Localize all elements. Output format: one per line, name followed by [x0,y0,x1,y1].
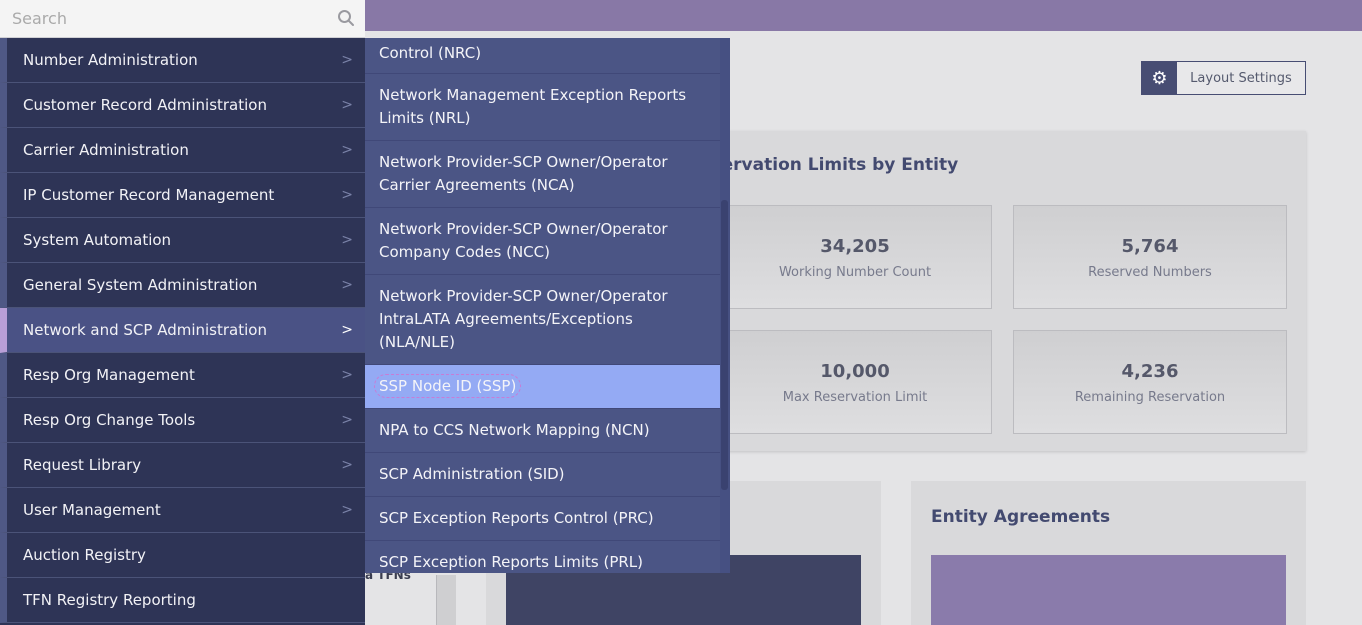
submenu-item-label: NPA to CCS Network Mapping (NCN) [379,421,650,439]
stat-card-max-reservation-limit: 10,000 Max Reservation Limit [718,330,992,434]
entity-agreements-chart-area [931,555,1286,625]
submenu-scrollbar-thumb[interactable] [721,200,728,490]
menu-item-label: Request Library [23,456,142,474]
chevron-right-icon: > [341,502,353,518]
menu-search-bar [0,0,365,38]
menu-item-carrier-administration[interactable]: Carrier Administration > [0,128,365,173]
chevron-right-icon: > [341,232,353,248]
menu-item-label: Number Administration [23,51,198,69]
menu-item-label: IP Customer Record Management [23,186,275,204]
submenu-item-label: SSP Node ID (SSP) [374,374,522,398]
menu-item-label: General System Administration [23,276,258,294]
stat-value: 4,236 [1121,361,1179,382]
menu-item-auction-registry[interactable]: Auction Registry [0,533,365,578]
chevron-right-icon: > [341,52,353,68]
menu-item-label: Resp Org Change Tools [23,411,196,429]
chevron-right-icon: > [341,142,353,158]
panel-scrollbar[interactable] [436,575,456,625]
chevron-right-icon: > [341,97,353,113]
chevron-right-icon: > [341,322,353,338]
menu-item-resp-org-change-tools[interactable]: Resp Org Change Tools > [0,398,365,443]
submenu-item-nca[interactable]: Network Provider-SCP Owner/Operator Carr… [365,141,722,208]
stat-label: Reserved Numbers [1088,265,1212,280]
menu-item-resp-org-management[interactable]: Resp Org Management > [0,353,365,398]
submenu-item-label: Network Provider-SCP Owner/Operator Comp… [379,220,668,261]
stat-value: 34,205 [820,236,890,257]
layout-settings-label: Layout Settings [1190,70,1292,86]
menu-item-system-automation[interactable]: System Automation > [0,218,365,263]
entity-agreements-panel: Entity Agreements [911,481,1306,625]
menu-item-general-system-administration[interactable]: General System Administration > [0,263,365,308]
stat-value: 10,000 [820,361,890,382]
menu-item-tfn-registry-reporting[interactable]: TFN Registry Reporting [0,578,365,623]
submenu-item-prc[interactable]: SCP Exception Reports Control (PRC) [365,497,722,541]
menu-item-label: Network and SCP Administration [23,321,267,339]
submenu-item-label: Network Management Exception Reports Lim… [379,86,687,127]
submenu-item-label: SCP Exception Reports Control (PRC) [379,509,654,527]
menu-item-user-management[interactable]: User Management > [0,488,365,533]
chevron-right-icon: > [341,187,353,203]
menu-item-request-library[interactable]: Request Library > [0,443,365,488]
menu-item-customer-record-administration[interactable]: Customer Record Administration > [0,83,365,128]
menu-item-label: Carrier Administration [23,141,189,159]
menu-item-network-and-scp-administration[interactable]: Network and SCP Administration > [0,308,365,353]
entity-agreements-title: Entity Agreements [931,507,1111,527]
submenu-item-nrc[interactable]: Control (NRC) [365,38,722,74]
main-menu: Number Administration > Customer Record A… [0,38,365,625]
menu-item-label: Resp Org Management [23,366,195,384]
submenu-item-label: Network Provider-SCP Owner/Operator Carr… [379,153,668,194]
network-scp-submenu: Control (NRC) Network Management Excepti… [365,38,730,573]
submenu-item-sid[interactable]: SCP Administration (SID) [365,453,722,497]
stat-card-working-number-count: 34,205 Working Number Count [718,205,992,309]
submenu-item-label: Network Provider-SCP Owner/Operator Intr… [379,287,668,351]
chevron-right-icon: > [341,412,353,428]
search-input[interactable] [0,9,320,28]
menu-item-ip-customer-record-management[interactable]: IP Customer Record Management > [0,173,365,218]
search-icon[interactable] [337,9,355,27]
submenu-item-label: SCP Exception Reports Limits (PRL) [379,553,644,571]
menu-item-label: System Automation [23,231,172,249]
submenu-item-prl[interactable]: SCP Exception Reports Limits (PRL) [365,541,722,573]
stat-label: Working Number Count [778,265,932,280]
gear-icon: ⚙ [1142,62,1177,94]
stat-label: Remaining Reservation [1074,390,1226,405]
submenu-item-ncn[interactable]: NPA to CCS Network Mapping (NCN) [365,409,722,453]
stat-card-reserved-numbers: 5,764 Reserved Numbers [1013,205,1287,309]
submenu-item-label: Control (NRC) [379,44,482,62]
chevron-right-icon: > [341,277,353,293]
submenu-item-nla-nle[interactable]: Network Provider-SCP Owner/Operator Intr… [365,275,722,365]
submenu-item-label: SCP Administration (SID) [379,465,565,483]
layout-settings-button[interactable]: ⚙ Layout Settings [1141,61,1306,95]
menu-item-label: Auction Registry [23,546,146,564]
submenu-item-ssp[interactable]: SSP Node ID (SSP) [365,365,722,409]
menu-item-number-administration[interactable]: Number Administration > [0,38,365,83]
menu-item-label: User Management [23,501,161,519]
chevron-right-icon: > [341,457,353,473]
submenu-item-ncc[interactable]: Network Provider-SCP Owner/Operator Comp… [365,208,722,275]
stat-card-remaining-reservation: 4,236 Remaining Reservation [1013,330,1287,434]
menu-item-label: TFN Registry Reporting [23,591,196,609]
stat-value: 5,764 [1121,236,1179,257]
chevron-right-icon: > [341,367,353,383]
menu-item-label: Customer Record Administration [23,96,267,114]
stat-label: Max Reservation Limit [782,390,928,405]
reservation-limits-title: eservation Limits by Entity [700,155,959,175]
submenu-item-nrl[interactable]: Network Management Exception Reports Lim… [365,74,722,141]
